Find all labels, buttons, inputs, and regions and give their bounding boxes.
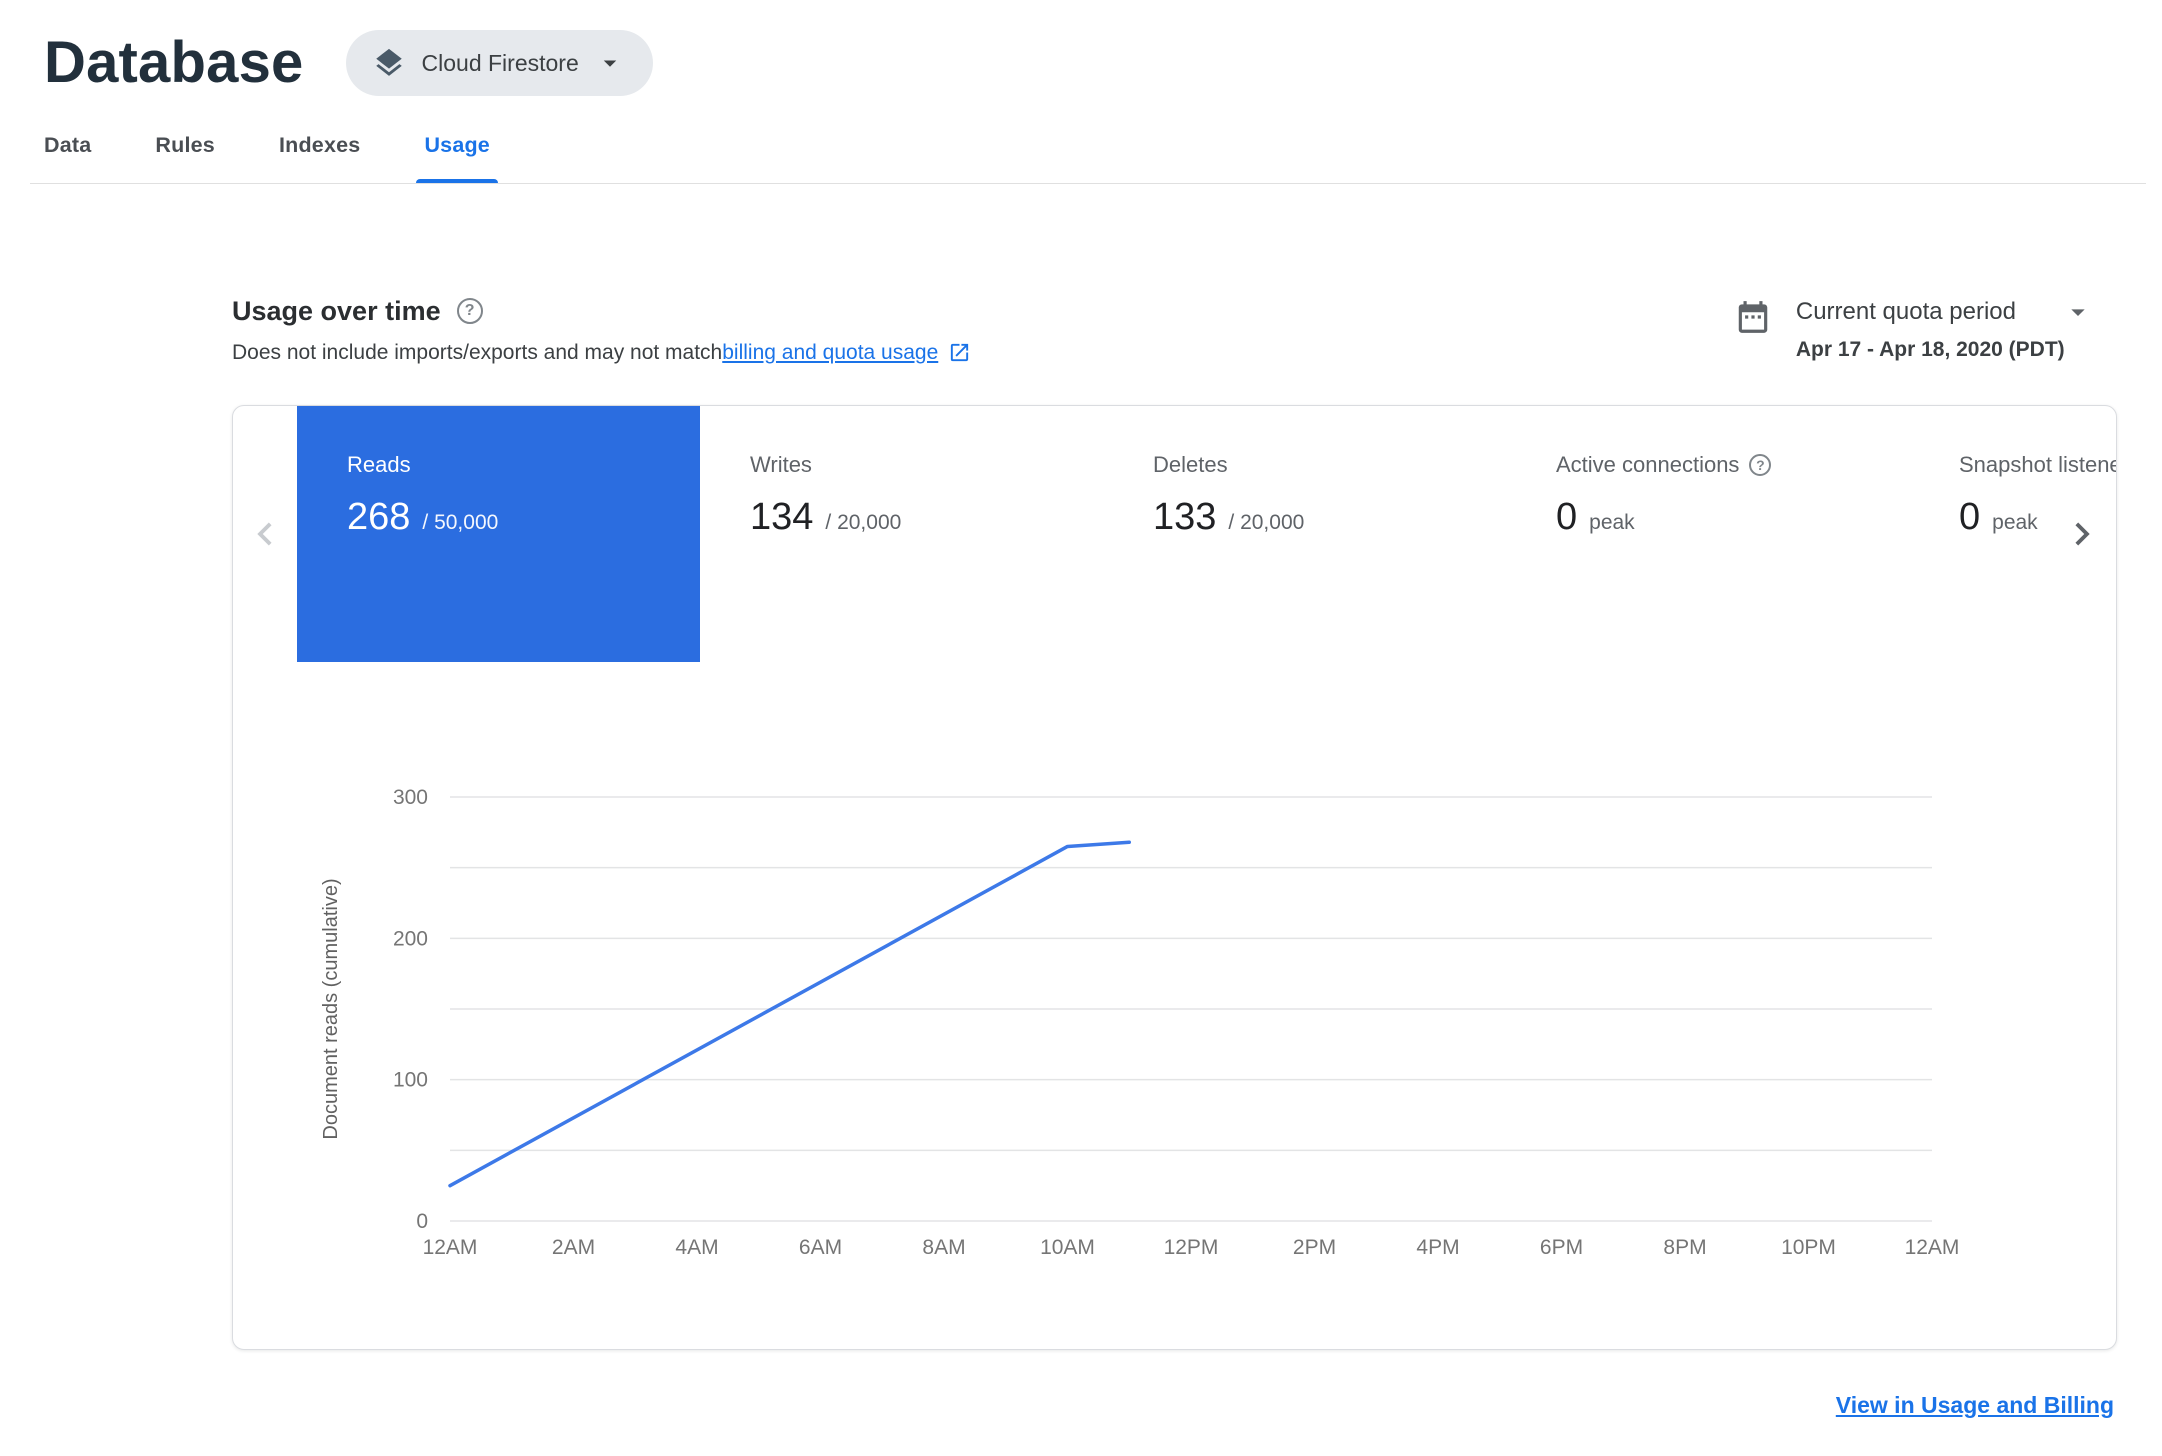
- svg-text:12AM: 12AM: [1905, 1236, 1960, 1259]
- svg-text:2PM: 2PM: [1293, 1236, 1336, 1259]
- subtitle-text: Does not include imports/exports and may…: [232, 340, 723, 364]
- metric-tile-deletes[interactable]: Deletes 133/ 20,000: [1103, 406, 1506, 662]
- metric-tile-active-connections[interactable]: Active connections? 0 peak: [1506, 406, 1909, 662]
- svg-text:0: 0: [416, 1210, 428, 1233]
- svg-text:300: 300: [393, 786, 428, 809]
- svg-text:4PM: 4PM: [1416, 1236, 1459, 1259]
- product-selector-label: Cloud Firestore: [421, 49, 579, 76]
- chevron-down-icon: [603, 60, 616, 68]
- metric-label: Snapshot listeners: [1959, 451, 2116, 477]
- calendar-icon: [1738, 300, 1768, 333]
- svg-text:12AM: 12AM: [423, 1236, 478, 1259]
- footer-row: View in Usage and Billing: [0, 1392, 2114, 1419]
- firestore-icon: [375, 49, 402, 77]
- tab-bar: Data Rules Indexes Usage: [0, 97, 2162, 183]
- usage-chart: 0 100 200 300 12AM 2AM 4AM 6AM 8AM 10AM 12PM 2PM 4PM…: [320, 786, 1960, 1259]
- metric-tile-reads[interactable]: Reads 268/ 50,000: [297, 405, 700, 662]
- svg-text:10PM: 10PM: [1781, 1236, 1836, 1259]
- svg-text:10AM: 10AM: [1040, 1236, 1095, 1259]
- help-icon: ?: [1749, 453, 1772, 476]
- product-selector[interactable]: Cloud Firestore: [345, 30, 653, 97]
- chevron-down-icon: [2071, 309, 2085, 316]
- tab-data[interactable]: Data: [44, 133, 91, 183]
- metric-tile-writes[interactable]: Writes 134/ 20,000: [700, 406, 1103, 662]
- billing-quota-link-label: billing and quota usage: [722, 340, 939, 364]
- tab-indexes[interactable]: Indexes: [279, 133, 360, 183]
- usage-panel: Usage over time ? Does not include impor…: [0, 296, 2162, 1419]
- tab-rules[interactable]: Rules: [155, 133, 215, 183]
- svg-text:12PM: 12PM: [1164, 1236, 1219, 1259]
- metric-label: Writes: [750, 451, 812, 477]
- quota-period-range: Apr 17 - Apr 18, 2020 (PDT): [1795, 337, 2065, 361]
- metric-label: Reads: [347, 451, 411, 477]
- usage-card: Reads 268/ 50,000 Writes 134/ 20,000 Deletes…: [232, 404, 2117, 1350]
- view-usage-billing-link[interactable]: View in Usage and Billing: [1836, 1392, 2114, 1418]
- svg-text:2AM: 2AM: [552, 1236, 595, 1259]
- svg-text:6AM: 6AM: [799, 1236, 842, 1259]
- svg-text:8PM: 8PM: [1663, 1236, 1706, 1259]
- metric-tiles: Reads 268/ 50,000 Writes 134/ 20,000 Deletes…: [297, 405, 2116, 662]
- chevron-right-icon: [2075, 522, 2090, 546]
- metric-value: 133/ 20,000: [1153, 495, 1305, 538]
- quota-period-label: Current quota period: [1795, 297, 2016, 325]
- section-subtitle: Does not include imports/exports and may…: [232, 341, 971, 365]
- quota-period-dropdown[interactable]: Current quota period Apr 17 - Apr 18, 20…: [1796, 296, 2094, 362]
- page-header: Database Cloud Firestore: [0, 0, 2162, 97]
- svg-text:200: 200: [393, 927, 428, 950]
- chevron-left-icon: [257, 522, 272, 546]
- tab-usage[interactable]: Usage: [416, 133, 498, 183]
- section-title: Usage over time: [232, 295, 441, 326]
- svg-text:Document reads (cumulative): Document reads (cumulative): [320, 878, 342, 1139]
- metric-value: 134/ 20,000: [750, 495, 902, 538]
- metric-label: Active connections?: [1556, 452, 1909, 478]
- external-link-icon: [951, 344, 969, 362]
- svg-text:4AM: 4AM: [675, 1236, 718, 1259]
- section-header: Usage over time ? Does not include impor…: [232, 296, 2094, 365]
- help-icon: ?: [456, 298, 483, 325]
- svg-text:6PM: 6PM: [1540, 1236, 1583, 1259]
- quota-period-control: Current quota period Apr 17 - Apr 18, 20…: [1734, 296, 2094, 362]
- section-header-left: Usage over time ? Does not include impor…: [232, 296, 971, 365]
- metric-label: Deletes: [1153, 451, 1228, 477]
- page-title: Database: [44, 30, 304, 95]
- page: Database Cloud Firestore Data Rules Inde…: [0, 0, 2162, 1419]
- billing-quota-link[interactable]: billing and quota usage: [722, 341, 971, 365]
- tab-divider: [30, 182, 2146, 184]
- svg-text:8AM: 8AM: [922, 1236, 965, 1259]
- metric-value: 0 peak: [1556, 495, 1635, 538]
- carousel-right-button[interactable]: [2056, 510, 2108, 562]
- svg-text:100: 100: [393, 1068, 428, 1091]
- carousel-left-button[interactable]: [239, 510, 291, 562]
- metric-value: 268/ 50,000: [347, 495, 499, 538]
